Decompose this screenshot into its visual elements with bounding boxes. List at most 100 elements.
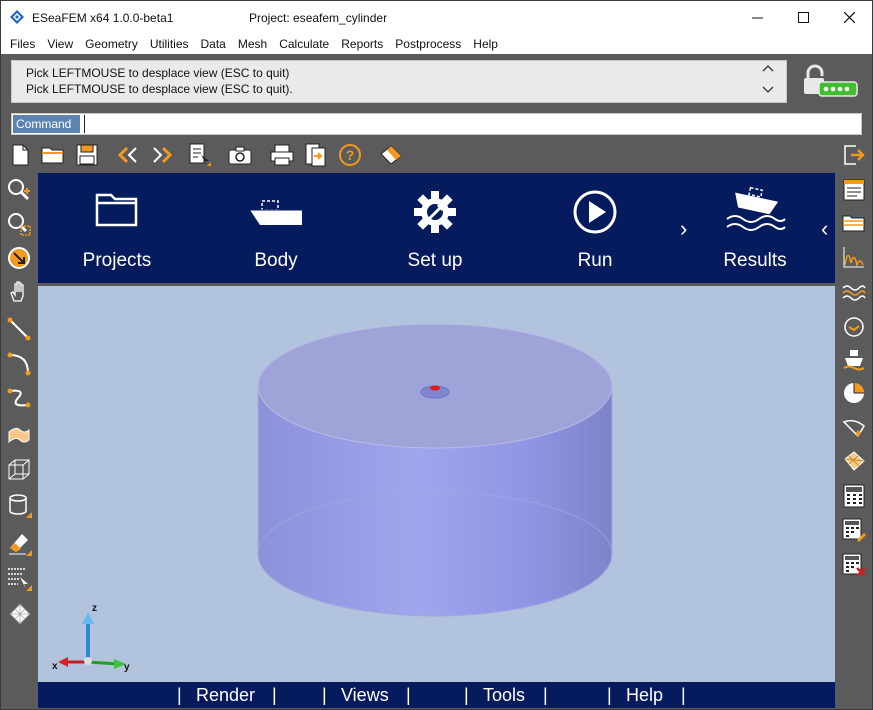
close-icon xyxy=(843,12,855,23)
command-bar: Command xyxy=(11,113,862,135)
svg-text:?: ? xyxy=(346,147,355,163)
close-button[interactable] xyxy=(826,1,872,34)
bottom-views[interactable]: Views xyxy=(341,685,389,706)
exit-button[interactable] xyxy=(841,142,867,168)
menu-view[interactable]: View xyxy=(41,34,79,54)
calculator-delete-icon xyxy=(842,553,866,577)
help-icon: ? xyxy=(339,144,361,166)
arc-button[interactable] xyxy=(5,350,33,378)
calculator-button[interactable] xyxy=(840,482,868,510)
eraser-button[interactable] xyxy=(5,529,33,557)
mesh-tag-icon xyxy=(844,451,865,471)
mesh-grid-button[interactable] xyxy=(5,599,33,627)
project-title: Project: eseafem_cylinder xyxy=(249,11,388,25)
volume-icon xyxy=(8,459,30,480)
graphics-viewport[interactable]: z x y xyxy=(38,286,835,682)
spectrum-button[interactable] xyxy=(840,243,868,271)
menu-reports[interactable]: Reports xyxy=(335,34,389,54)
scroll-down-icon[interactable] xyxy=(762,86,774,94)
axis-label-z: z xyxy=(92,603,97,614)
minimize-icon xyxy=(751,17,763,19)
separator: | xyxy=(543,685,548,705)
menu-help[interactable]: Help xyxy=(467,34,504,54)
waves-button[interactable] xyxy=(840,278,868,306)
axis-label-x: x xyxy=(52,661,58,672)
pick-list-icon xyxy=(189,143,211,166)
nav-label: Projects xyxy=(82,250,152,271)
pick-list-button[interactable] xyxy=(187,142,213,168)
document-list-icon xyxy=(843,179,865,201)
bottom-tools[interactable]: Tools xyxy=(483,685,525,706)
menu-files[interactable]: Files xyxy=(4,34,41,54)
nav-setup[interactable]: Set up xyxy=(360,173,510,283)
new-file-icon xyxy=(12,144,29,166)
surface-button[interactable] xyxy=(5,421,33,449)
document-list-button[interactable] xyxy=(840,176,868,204)
zoom-frame-button[interactable] xyxy=(5,210,33,238)
pan-hand-button[interactable] xyxy=(5,278,33,306)
line-button[interactable] xyxy=(5,315,33,343)
mooring-button[interactable] xyxy=(840,346,868,374)
command-input[interactable] xyxy=(84,115,854,133)
spectrum-icon xyxy=(843,247,864,268)
bottom-help[interactable]: Help xyxy=(626,685,663,706)
redo-button[interactable] xyxy=(149,142,175,168)
open-folder-icon xyxy=(41,147,64,164)
zoom-frame-icon xyxy=(8,213,31,236)
bottom-render[interactable]: Render xyxy=(196,685,255,706)
cylinder-icon xyxy=(9,494,32,518)
menu-utilities[interactable]: Utilities xyxy=(144,34,195,54)
calculator-edit-icon xyxy=(842,518,866,542)
separator: | xyxy=(272,685,277,705)
save-button[interactable] xyxy=(74,142,100,168)
menu-mesh[interactable]: Mesh xyxy=(232,34,273,54)
undo-button[interactable] xyxy=(115,142,141,168)
pie-chart-button[interactable] xyxy=(840,379,868,407)
export-button[interactable] xyxy=(303,142,329,168)
eraser-icon xyxy=(9,534,32,556)
render-eraser-button[interactable] xyxy=(378,142,404,168)
hull-button[interactable] xyxy=(840,414,868,442)
print-button[interactable] xyxy=(269,142,295,168)
mesh-tag-button[interactable] xyxy=(840,447,868,475)
app-title: ESeaFEM x64 1.0.0-beta1 xyxy=(32,11,174,25)
message-line: Pick LEFTMOUSE to desplace view (ESC to … xyxy=(26,82,293,96)
zoom-in-button[interactable] xyxy=(5,176,33,204)
minimize-button[interactable] xyxy=(734,1,780,34)
hull-icon xyxy=(842,419,865,438)
new-file-button[interactable] xyxy=(7,142,33,168)
waves-icon xyxy=(842,285,866,301)
nav-projects[interactable]: Projects xyxy=(42,173,192,283)
calculator-delete-button[interactable] xyxy=(840,551,868,579)
rotate-button[interactable] xyxy=(5,244,33,272)
command-label: Command xyxy=(13,115,80,133)
lock-icon[interactable] xyxy=(801,64,859,100)
volume-button[interactable] xyxy=(5,456,33,484)
nav-label: Set up xyxy=(407,250,463,271)
title-bar[interactable]: ESeaFEM x64 1.0.0-beta1 Project: eseafem… xyxy=(1,1,872,34)
polyline-button[interactable] xyxy=(5,384,33,412)
menu-geometry[interactable]: Geometry xyxy=(79,34,144,54)
nav-prev-chevron[interactable]: ‹ xyxy=(821,216,828,242)
nav-run[interactable]: Run xyxy=(520,173,670,283)
nav-results[interactable]: Results xyxy=(680,173,830,283)
screenshot-button[interactable] xyxy=(227,142,253,168)
folders-button[interactable] xyxy=(840,209,868,237)
menu-data[interactable]: Data xyxy=(195,34,232,54)
gear-icon xyxy=(414,191,456,233)
menu-postprocess[interactable]: Postprocess xyxy=(389,34,467,54)
scroll-up-icon[interactable] xyxy=(762,64,774,72)
ship-waves-icon xyxy=(726,186,786,231)
menu-calculate[interactable]: Calculate xyxy=(273,34,335,54)
help-button[interactable]: ? xyxy=(337,142,363,168)
maximize-button[interactable] xyxy=(780,1,826,34)
list-select-button[interactable] xyxy=(5,564,33,592)
app-window: ESeaFEM x64 1.0.0-beta1 Project: eseafem… xyxy=(0,0,873,710)
calculator-edit-button[interactable] xyxy=(840,516,868,544)
calculator-icon xyxy=(843,484,865,508)
maximize-icon xyxy=(797,12,809,23)
rotation-button[interactable] xyxy=(840,313,868,341)
nav-body[interactable]: Body xyxy=(201,173,351,283)
cylinder-button[interactable] xyxy=(5,491,33,519)
open-folder-button[interactable] xyxy=(40,142,66,168)
